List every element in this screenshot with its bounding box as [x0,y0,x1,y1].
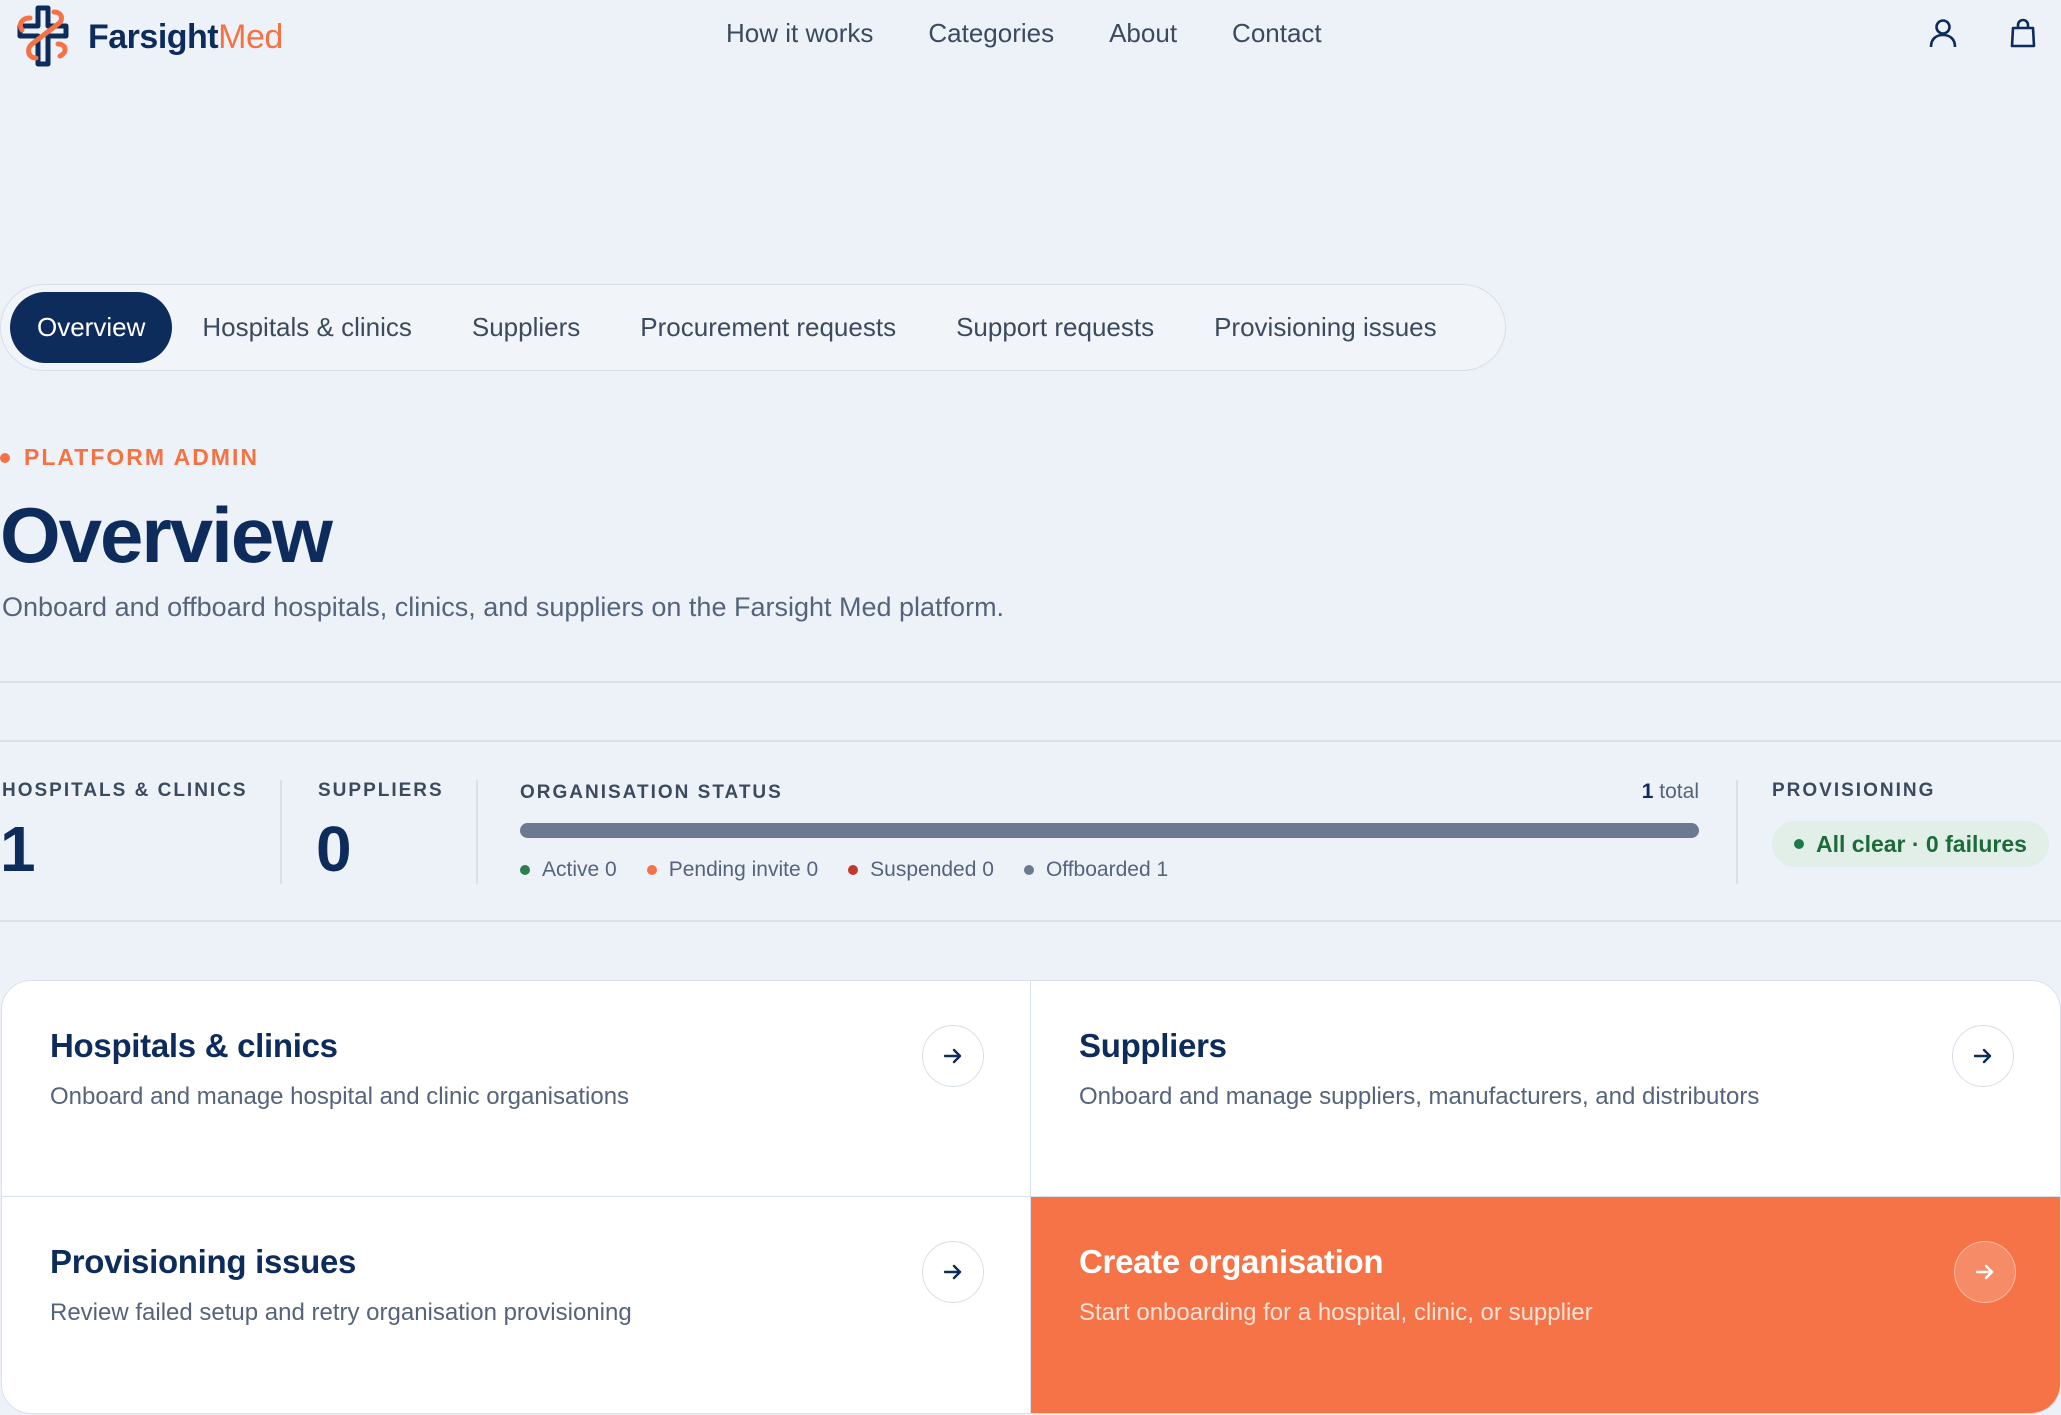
divider [1736,780,1738,884]
legend-item-offboarded: Offboarded 1 [1023,858,1169,882]
nav-categories[interactable]: Categories [928,18,1054,49]
card-description: Start onboarding for a hospital, clinic,… [1079,1299,1593,1326]
tab-procurement-requests[interactable]: Procurement requests [610,292,926,363]
stat-hospitals-label: HOSPITALS & CLINICS [2,780,248,801]
divider [0,681,2061,683]
eyebrow-label: PLATFORM ADMIN [24,444,259,470]
tab-suppliers[interactable]: Suppliers [442,292,610,363]
provisioning-label: PROVISIONING [1772,780,1936,801]
legend-item-active: Active 0 [520,858,617,882]
arrow-right-icon[interactable] [1952,1025,2014,1087]
legend-dot-offboarded [1023,865,1034,875]
nav-how-it-works[interactable]: How it works [726,18,873,49]
legend-label-offboarded: Offboarded 1 [1045,858,1169,881]
eyebrow: PLATFORM ADMIN [0,444,259,471]
shopping-bag-icon[interactable] [2009,18,2037,48]
org-status-total-value: 1 [1641,780,1654,803]
nav-contact[interactable]: Contact [1232,18,1322,49]
page-title: Overview [0,491,333,579]
stat-hospitals-value: 1 [0,813,36,885]
divider [0,920,2061,922]
org-status-legend: Active 0 Pending invite 0 Suspended 0 Of… [520,858,1168,882]
page-subtitle: Onboard and offboard hospitals, clinics,… [2,592,1005,622]
brand-name: FarsightMed [88,18,283,57]
nav-about[interactable]: About [1109,18,1177,49]
stat-suppliers-value: 0 [316,813,352,885]
card-description: Onboard and manage suppliers, manufactur… [1079,1083,1760,1110]
brand-logo[interactable]: FarsightMed [8,4,283,70]
org-status-bar [520,823,1699,838]
card-description: Onboard and manage hospital and clinic o… [50,1083,630,1110]
provisioning-status-text: All clear · 0 failures [1816,830,2027,857]
legend-dot-suspended [848,865,859,875]
provisioning-status-badge: All clear · 0 failures [1772,821,2049,867]
status-dot [1794,839,1804,849]
card-suppliers[interactable]: Suppliers Onboard and manage suppliers, … [1031,981,2060,1197]
org-status-total-suffix: total [1659,780,1699,803]
divider [280,780,282,884]
brand-name-part2: Med [218,17,283,56]
card-provisioning-issues[interactable]: Provisioning issues Review failed setup … [2,1197,1031,1413]
legend-label-suspended: Suspended 0 [870,858,994,881]
legend-dot-active [520,865,530,875]
legend-label-pending: Pending invite 0 [668,858,819,881]
card-title: Provisioning issues [50,1243,357,1280]
arrow-right-icon[interactable] [1954,1241,2016,1303]
legend-dot-pending [646,865,657,875]
tab-overview[interactable]: Overview [10,292,173,363]
brand-name-part1: Farsight [88,17,219,56]
user-icon[interactable] [1929,18,1957,48]
arrow-right-icon[interactable] [922,1025,984,1087]
card-title: Create organisation [1079,1243,1384,1280]
card-title: Suppliers [1079,1027,1227,1064]
eyebrow-dot [0,452,10,463]
divider [476,780,478,884]
card-title: Hospitals & clinics [50,1027,338,1064]
legend-item-suspended: Suspended 0 [848,858,994,882]
legend-item-pending: Pending invite 0 [646,858,819,882]
section-tabs: Overview Hospitals & clinics Suppliers P… [0,284,1506,371]
arrow-right-icon[interactable] [922,1241,984,1303]
stat-suppliers-label: SUPPLIERS [318,780,444,801]
main-nav: How it works Categories About Contact [726,18,1322,49]
tab-hospitals-clinics[interactable]: Hospitals & clinics [172,292,442,363]
logo-mark-icon [17,5,69,67]
tab-provisioning-issues[interactable]: Provisioning issues [1184,292,1467,363]
tab-support-requests[interactable]: Support requests [926,292,1184,363]
page: FarsightMed How it works Categories Abou… [0,0,2061,1415]
card-create-organisation[interactable]: Create organisation Start onboarding for… [1031,1197,2060,1413]
org-status-total: 1 total [1642,780,1699,804]
divider [0,740,2061,742]
legend-label-active: Active 0 [542,858,617,881]
header-actions [1929,18,2037,48]
card-description: Review failed setup and retry organisati… [50,1299,632,1326]
org-status-label: ORGANISATION STATUS [520,782,783,803]
card-hospitals-clinics[interactable]: Hospitals & clinics Onboard and manage h… [2,981,1031,1197]
action-cards: Hospitals & clinics Onboard and manage h… [1,980,2061,1414]
